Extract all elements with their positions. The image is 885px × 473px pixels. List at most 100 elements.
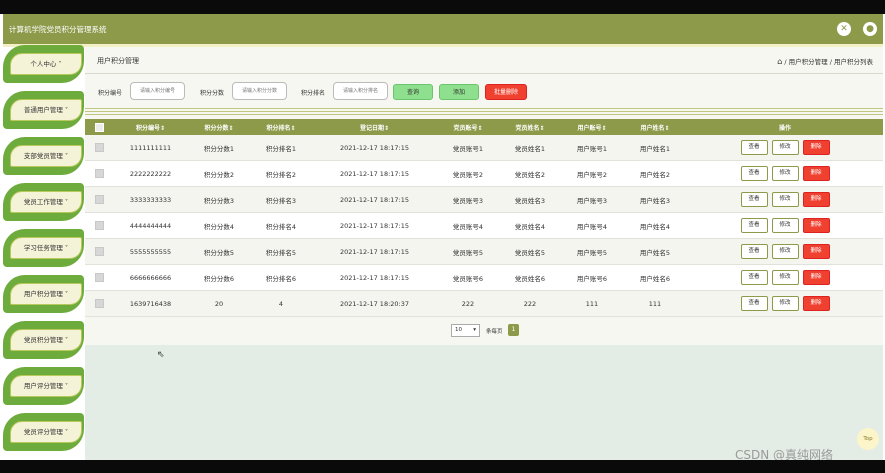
table-cell: 111 bbox=[561, 290, 623, 317]
sort-icon[interactable]: ⇕ bbox=[290, 125, 295, 132]
sort-icon[interactable]: ⇕ bbox=[601, 125, 606, 132]
chevron-down-icon: ˅ bbox=[62, 428, 69, 436]
edit-button[interactable]: 修改 bbox=[771, 218, 799, 233]
delete-button[interactable]: 删除 bbox=[802, 140, 830, 155]
column-header[interactable]: 积分编号⇕ bbox=[113, 119, 188, 135]
sidebar-item[interactable]: 党员工作管理 ˅ bbox=[3, 183, 84, 221]
bulk-delete-button[interactable]: 批量删除 bbox=[485, 84, 527, 100]
table-cell: 1639716438 bbox=[113, 290, 188, 317]
table-cell: 2021-12-17 18:17:15 bbox=[312, 264, 437, 291]
column-header-label: 操作 bbox=[778, 124, 791, 132]
mouse-cursor-icon: ⇖ bbox=[157, 350, 165, 360]
sidebar-item-label: 普通用户管理 ˅ bbox=[10, 99, 82, 121]
row-checkbox[interactable] bbox=[94, 195, 104, 204]
delete-button[interactable]: 删除 bbox=[802, 270, 830, 285]
table-cell: 党员账号1 bbox=[437, 135, 499, 161]
column-header[interactable]: 党员姓名⇕ bbox=[499, 119, 561, 135]
view-button[interactable]: 查看 bbox=[740, 192, 768, 207]
add-button[interactable]: 添加 bbox=[439, 84, 479, 100]
chevron-down-icon: ˅ bbox=[62, 336, 69, 344]
sort-icon[interactable]: ⇕ bbox=[160, 125, 165, 132]
table-cell: 2021-12-17 18:20:37 bbox=[312, 290, 437, 317]
edit-button[interactable]: 修改 bbox=[771, 166, 799, 181]
row-checkbox[interactable] bbox=[94, 221, 104, 230]
row-checkbox[interactable] bbox=[94, 169, 104, 178]
sidebar-item[interactable]: 普通用户管理 ˅ bbox=[3, 91, 84, 129]
bottom-black-bar bbox=[0, 460, 885, 473]
column-header[interactable]: 用户姓名⇕ bbox=[623, 119, 687, 135]
view-button[interactable]: 查看 bbox=[740, 140, 768, 155]
sidebar-item[interactable]: 支部党员管理 ˅ bbox=[3, 137, 84, 175]
table-cell: 党员账号5 bbox=[437, 238, 499, 265]
sidebar-item-label: 个人中心 ˅ bbox=[10, 53, 82, 75]
view-button[interactable]: 查看 bbox=[740, 270, 768, 285]
table-cell: 用户姓名4 bbox=[623, 212, 687, 239]
sort-icon[interactable]: ⇕ bbox=[384, 125, 389, 132]
row-checkbox[interactable] bbox=[94, 247, 104, 256]
sidebar-item-text: 个人中心 bbox=[30, 60, 57, 68]
row-checkbox[interactable] bbox=[94, 143, 104, 152]
per-page-label: 条每页 bbox=[486, 329, 503, 335]
row-actions: 查看 修改 删除 bbox=[687, 290, 883, 317]
view-button[interactable]: 查看 bbox=[740, 296, 768, 311]
breadcrumb-path[interactable]: / 用户积分管理 / 用户积分列表 bbox=[784, 58, 873, 66]
page-size-value: 10 bbox=[455, 327, 462, 333]
table-cell: 2021-12-17 18:17:15 bbox=[312, 135, 437, 161]
sidebar-item[interactable]: 用户积分管理 ˅ bbox=[3, 275, 84, 313]
score-value-input[interactable] bbox=[232, 82, 287, 100]
delete-button[interactable]: 删除 bbox=[802, 166, 830, 181]
column-header[interactable]: 积分分数⇕ bbox=[188, 119, 250, 135]
sidebar-item-text: 支部党员管理 bbox=[23, 152, 63, 160]
page-size-select[interactable]: 10 ▾ bbox=[451, 324, 480, 337]
table-cell: 用户姓名6 bbox=[623, 264, 687, 291]
column-header[interactable]: 登记日期⇕ bbox=[312, 119, 437, 135]
view-button[interactable]: 查看 bbox=[740, 218, 768, 233]
table-cell: 2021-12-17 18:17:15 bbox=[312, 238, 437, 265]
fullscreen-icon[interactable]: ✕ bbox=[837, 22, 851, 36]
column-header[interactable]: 党员账号⇕ bbox=[437, 119, 499, 135]
table-row: 1639716438 20 4 2021-12-17 18:20:37 222 222 11… bbox=[85, 290, 883, 317]
sort-icon[interactable]: ⇕ bbox=[539, 125, 544, 132]
view-button[interactable]: 查看 bbox=[740, 244, 768, 259]
table-cell: 3333333333 bbox=[113, 186, 188, 213]
edit-button[interactable]: 修改 bbox=[771, 192, 799, 207]
sort-icon[interactable]: ⇕ bbox=[664, 125, 669, 132]
edit-button[interactable]: 修改 bbox=[771, 296, 799, 311]
delete-button[interactable]: 删除 bbox=[802, 192, 830, 207]
delete-button[interactable]: 删除 bbox=[802, 296, 830, 311]
column-header-label: 用户账号 bbox=[577, 124, 602, 132]
score-rank-input[interactable] bbox=[333, 82, 388, 100]
sidebar-item[interactable]: 用户评分管理 ˅ bbox=[3, 367, 84, 405]
home-icon[interactable]: ⌂ bbox=[777, 57, 782, 66]
table-cell: 积分分数4 bbox=[188, 212, 250, 239]
user-icon[interactable]: ● bbox=[863, 22, 877, 36]
sort-icon[interactable]: ⇕ bbox=[228, 125, 233, 132]
row-checkbox[interactable] bbox=[94, 273, 104, 282]
sidebar-item[interactable]: 党员评分管理 ˅ bbox=[3, 413, 84, 451]
table-cell: 积分分数6 bbox=[188, 264, 250, 291]
edit-button[interactable]: 修改 bbox=[771, 244, 799, 259]
edit-button[interactable]: 修改 bbox=[771, 140, 799, 155]
table-cell: 用户姓名5 bbox=[623, 238, 687, 265]
search-button[interactable]: 查询 bbox=[393, 84, 433, 100]
view-button[interactable]: 查看 bbox=[740, 166, 768, 181]
edit-button[interactable]: 修改 bbox=[771, 270, 799, 285]
row-checkbox[interactable] bbox=[94, 299, 104, 308]
table-cell: 6666666666 bbox=[113, 264, 188, 291]
table-cell: 积分排名5 bbox=[250, 238, 312, 265]
table-row: 6666666666 积分分数6 积分排名6 2021-12-17 18:17:15 党… bbox=[85, 264, 883, 291]
chevron-down-icon: ▾ bbox=[473, 327, 476, 333]
page-number-button[interactable]: 1 bbox=[508, 324, 519, 336]
column-header[interactable]: 用户账号⇕ bbox=[561, 119, 623, 135]
sort-icon[interactable]: ⇕ bbox=[477, 125, 482, 132]
score-id-input[interactable] bbox=[130, 82, 185, 100]
sidebar-item[interactable]: 个人中心 ˅ bbox=[3, 45, 84, 83]
table-cell: 党员账号2 bbox=[437, 160, 499, 187]
delete-button[interactable]: 删除 bbox=[802, 244, 830, 259]
sidebar-item[interactable]: 党员积分管理 ˅ bbox=[3, 321, 84, 359]
delete-button[interactable]: 删除 bbox=[802, 218, 830, 233]
sidebar-item[interactable]: 学习任务管理 ˅ bbox=[3, 229, 84, 267]
column-header[interactable]: 积分排名⇕ bbox=[250, 119, 312, 135]
select-all-checkbox[interactable] bbox=[94, 122, 104, 132]
back-to-top-button[interactable]: Top bbox=[857, 428, 879, 450]
